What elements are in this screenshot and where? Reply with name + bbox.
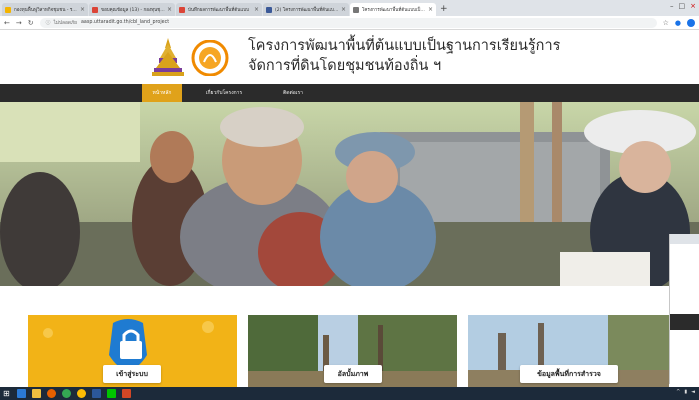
info-icon[interactable]: ⓘ <box>46 19 51 26</box>
browser-tab-active[interactable]: โครงการพัฒนาพื้นที่ต้นแบบเป็นฐานการ × <box>350 3 436 16</box>
tab-close-icon[interactable]: × <box>80 6 85 13</box>
star-icon[interactable]: ☆ <box>663 19 669 27</box>
browser-tab[interactable]: (2) โครงการพัฒนาพื้นที่ต้นแบบ | Facebook… <box>263 3 349 16</box>
line-icon[interactable] <box>106 389 116 398</box>
fragment-tab-strip <box>670 234 699 244</box>
url-text: aasp.uttaradit.go.th/cbl_land_project <box>80 20 170 25</box>
tab-favicon-icon <box>92 6 98 13</box>
forward-arrow-icon[interactable]: → <box>16 19 22 27</box>
fragment-nav-bar <box>670 314 699 330</box>
main-nav: หน้าหลัก เกี่ยวกับโครงการ ติดต่อเรา <box>0 84 699 102</box>
tab-title: กองทุนฟื้นฟูวิสาหกิจชุมชน - ระบบสารสนเทศ <box>14 8 78 13</box>
tab-close-icon[interactable]: × <box>254 6 259 13</box>
windows-start-icon[interactable]: ⊞ <box>3 389 10 398</box>
volume-icon[interactable]: ◄ <box>691 389 695 395</box>
survey-label[interactable]: ข้อมูลพื้นที่การสำรวจ <box>520 365 618 383</box>
tab-favicon-icon <box>266 6 272 13</box>
profile-avatar[interactable] <box>687 18 695 27</box>
reload-icon[interactable]: ↻ <box>28 19 34 27</box>
album-label[interactable]: อัลบั้มภาพ <box>324 365 382 383</box>
nav-item-home[interactable]: หน้าหลัก <box>142 84 182 102</box>
tab-title: บันทึกผลการพัฒนาพื้นที่ต้นแบบ <box>188 8 249 13</box>
tab-favicon-icon <box>353 6 359 13</box>
nav-item-contact[interactable]: ติดต่อเรา <box>268 84 318 102</box>
site-title: โครงการพัฒนาพื้นที่ต้นแบบเป็นฐานการเรียน… <box>248 36 560 76</box>
site-title-line-2: จัดการที่ดินโดยชุมชนท้องถิ่น ฯ <box>248 58 442 74</box>
nav-item-about[interactable]: เกี่ยวกับโครงการ <box>192 84 256 102</box>
survey-card[interactable]: ข้อมูลพื้นที่การสำรวจ <box>468 315 669 387</box>
tab-close-icon[interactable]: × <box>167 6 172 13</box>
hero-photo <box>0 102 699 286</box>
tab-title: (2) โครงการพัฒนาพื้นที่ต้นแบบ | Facebook <box>275 8 339 13</box>
maximize-icon[interactable]: □ <box>679 2 686 10</box>
site-header: โครงการพัฒนาพื้นที่ต้นแบบเป็นฐานการเรียน… <box>0 30 699 84</box>
login-label[interactable]: เข้าสู่ระบบ <box>103 365 161 383</box>
toolbar-actions: ☆ ● <box>663 18 695 27</box>
site-title-line-1: โครงการพัฒนาพื้นที่ต้นแบบเป็นฐานการเรียน… <box>248 38 561 54</box>
agency-logo <box>191 40 229 76</box>
new-tab-button[interactable]: + <box>440 3 448 16</box>
login-card[interactable]: เข้าสู่ระบบ <box>28 315 237 387</box>
file-explorer-icon[interactable] <box>31 389 41 398</box>
powerpoint-icon[interactable] <box>121 389 131 398</box>
minimize-icon[interactable]: – <box>670 2 674 10</box>
close-window-icon[interactable]: × <box>690 2 696 10</box>
word-icon[interactable] <box>91 389 101 398</box>
background-window-fragment <box>669 234 699 384</box>
tray-arrow-icon[interactable]: ^ <box>676 389 680 395</box>
edge-icon[interactable] <box>16 389 26 398</box>
back-arrow-icon[interactable]: ← <box>4 19 10 27</box>
hero-image <box>0 102 699 286</box>
temple-crest-logo <box>152 38 184 76</box>
firefox-icon[interactable] <box>46 389 56 398</box>
tab-title: ขอบคุณข้อมูล (13) - กองทุนชุมชน <box>101 8 165 13</box>
extension-icon[interactable]: ● <box>675 19 681 27</box>
browser-tab[interactable]: ขอบคุณข้อมูล (13) - กองทุนชุมชน × <box>89 3 175 16</box>
tab-close-icon[interactable]: × <box>341 6 346 13</box>
network-icon[interactable]: ▮ <box>684 389 687 395</box>
tab-close-icon[interactable]: × <box>428 6 433 13</box>
browser-tab[interactable]: กองทุนฟื้นฟูวิสาหกิจชุมชน - ระบบสารสนเทศ… <box>2 3 88 16</box>
tab-title: โครงการพัฒนาพื้นที่ต้นแบบเป็นฐานการ <box>362 8 426 13</box>
browser-toolbar: ← → ↻ ⓘ ไม่ปลอดภัย aasp.uttaradit.go.th/… <box>0 16 699 30</box>
address-bar[interactable]: ⓘ ไม่ปลอดภัย aasp.uttaradit.go.th/cbl_la… <box>39 17 657 28</box>
browser-tab-bar: กองทุนฟื้นฟูวิสาหกิจชุมชน - ระบบสารสนเทศ… <box>0 0 699 16</box>
security-label: ไม่ปลอดภัย <box>53 20 77 26</box>
tab-favicon-icon <box>5 6 11 13</box>
system-tray: ^ ▮ ◄ <box>676 389 695 395</box>
browser-tab[interactable]: บันทึกผลการพัฒนาพื้นที่ต้นแบบ × <box>176 3 262 16</box>
chrome-icon[interactable] <box>76 389 86 398</box>
album-card[interactable]: อัลบั้มภาพ <box>248 315 457 387</box>
tab-favicon-icon <box>179 6 185 13</box>
chrome-icon[interactable] <box>61 389 71 398</box>
window-controls: – □ × <box>670 2 696 10</box>
taskbar: ⊞ ^ ▮ ◄ <box>0 387 699 400</box>
